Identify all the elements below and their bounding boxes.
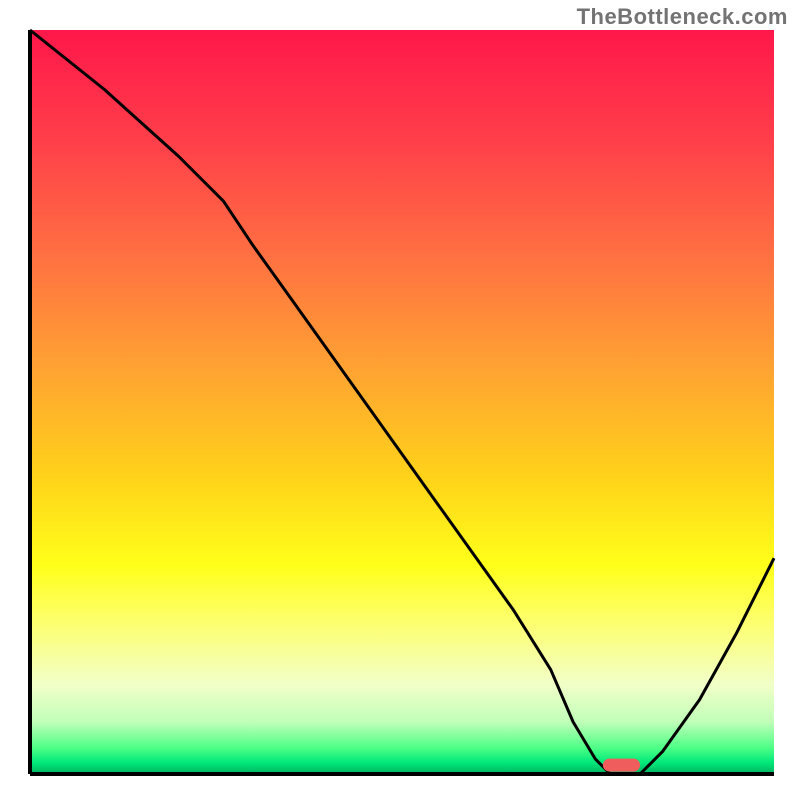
- watermark-text: TheBottleneck.com: [577, 4, 788, 30]
- gradient-background: [30, 30, 774, 774]
- optimal-range-marker: [603, 759, 640, 772]
- bottleneck-chart: [0, 0, 800, 800]
- chart-svg: [0, 0, 800, 800]
